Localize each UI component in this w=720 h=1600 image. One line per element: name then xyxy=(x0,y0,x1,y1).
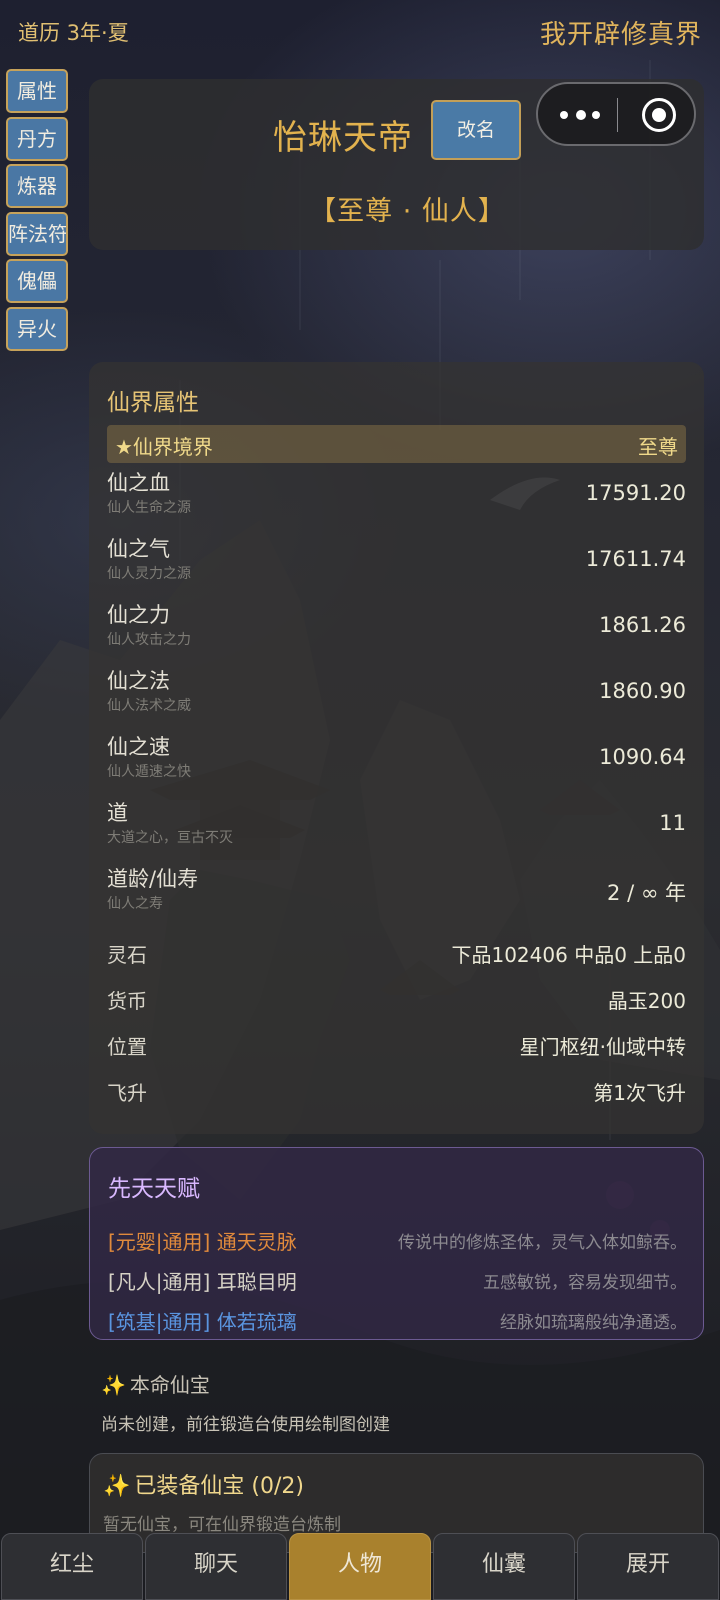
nav-recipes-button[interactable]: 丹方 xyxy=(6,116,68,161)
info-row: 灵石 下品102406 中品0 上品0 xyxy=(107,939,686,969)
talent-row: [凡人|通用] 耳聪目明 五感敏锐，容易发现细节。 xyxy=(108,1266,687,1296)
talent-row: [筑基|通用] 体若琉璃 经脉如琉璃般纯净通透。 xyxy=(108,1306,687,1336)
game-calendar: 道历 3年·夏 xyxy=(18,21,129,45)
rename-button[interactable]: 改名 xyxy=(431,100,521,160)
stat-row: 仙之力 仙人攻击之力 1861.26 xyxy=(107,599,686,659)
top-bar: 道历 3年·夏 我开辟修真界 xyxy=(0,0,720,64)
info-row: 位置 星门枢纽·仙域中转 xyxy=(107,1031,686,1061)
stat-label: 仙之速 xyxy=(107,735,170,759)
talent-name: [凡人|通用] 耳聪目明 xyxy=(108,1270,297,1294)
equipped-treasures-title: ✨ 已装备仙宝 (0/2) xyxy=(103,1474,304,1499)
talents-title: 先天天赋 xyxy=(108,1176,200,1202)
character-name: 怡琳天帝 xyxy=(273,118,413,158)
info-value: 第1次飞升 xyxy=(593,1081,686,1105)
sparkles-icon: ✨ xyxy=(101,1373,126,1397)
info-value: 星门枢纽·仙域中转 xyxy=(519,1035,686,1059)
info-value: 下品102406 中品0 上品0 xyxy=(451,943,686,967)
stat-desc: 仙人法术之威 xyxy=(107,698,191,714)
nav-forging-button[interactable]: 炼器 xyxy=(6,164,68,208)
info-label: 飞升 xyxy=(107,1081,147,1105)
info-row: 货币 晶玉200 xyxy=(107,985,686,1015)
talent-row: [元婴|通用] 通天灵脉 传说中的修炼圣体，灵气入体如鲸吞。 xyxy=(108,1226,687,1256)
side-nav: 属性 丹方 炼器 阵法符 傀儡 异火 xyxy=(6,69,68,354)
innate-talents-card: 先天天赋 [元婴|通用] 通天灵脉 传说中的修炼圣体，灵气入体如鲸吞。 [凡人|… xyxy=(89,1147,704,1340)
stat-value: 11 xyxy=(659,811,686,835)
stat-value: 2 / ∞ 年 xyxy=(607,881,686,905)
talent-name: [元婴|通用] 通天灵脉 xyxy=(108,1230,297,1254)
sparkles-icon: ✨ xyxy=(103,1474,131,1499)
talent-desc: 经脉如琉璃般纯净通透。 xyxy=(500,1313,687,1333)
info-value: 晶玉200 xyxy=(607,989,686,1013)
stat-row: 道龄/仙寿 仙人之寿 2 / ∞ 年 xyxy=(107,863,686,923)
stat-desc: 仙人攻击之力 xyxy=(107,632,191,648)
target-circle-icon[interactable] xyxy=(642,98,676,132)
stat-value: 1860.90 xyxy=(599,679,686,703)
character-rank: 【至尊 · 仙人】 xyxy=(309,196,506,227)
info-label: 货币 xyxy=(107,989,147,1013)
attributes-title: 仙界属性 xyxy=(107,390,199,416)
bottom-tab-bar: 红尘 聊天 人物 仙囊 展开 xyxy=(0,1533,720,1600)
nav-talismans-button[interactable]: 阵法符 xyxy=(6,211,68,256)
more-dots-icon[interactable] xyxy=(560,102,604,128)
stat-label: 仙之血 xyxy=(107,471,170,495)
stat-desc: 仙人之寿 xyxy=(107,896,163,912)
natal-treasure-section: ✨ 本命仙宝 尚未创建，前往锻造台使用绘制图创建 xyxy=(101,1369,701,1435)
stat-row: 道 大道之心，亘古不灭 11 xyxy=(107,797,686,857)
capsule-divider xyxy=(617,98,618,132)
stat-desc: 仙人生命之源 xyxy=(107,500,191,516)
stat-value: 17611.74 xyxy=(585,547,686,571)
tab-mortal-world[interactable]: 红尘 xyxy=(1,1533,143,1600)
natal-treasure-title: ✨ 本命仙宝 xyxy=(101,1373,210,1397)
stat-value: 1090.64 xyxy=(599,745,686,769)
realm-row: ★仙界境界 至尊 xyxy=(107,425,686,463)
tab-character[interactable]: 人物 xyxy=(289,1533,431,1600)
tab-chat[interactable]: 聊天 xyxy=(145,1533,287,1600)
stat-desc: 仙人遁速之快 xyxy=(107,764,191,780)
talent-desc: 五感敏锐，容易发现细节。 xyxy=(483,1273,687,1293)
stat-desc: 大道之心，亘古不灭 xyxy=(107,830,233,846)
stat-label: 道龄/仙寿 xyxy=(107,867,199,891)
stat-row: 仙之法 仙人法术之威 1860.90 xyxy=(107,665,686,725)
equipped-treasures-note: 暂无仙宝，可在仙界锻造台炼制 xyxy=(103,1515,341,1535)
nav-flames-button[interactable]: 异火 xyxy=(6,306,68,351)
tab-inventory[interactable]: 仙囊 xyxy=(433,1533,575,1600)
realm-value: 至尊 xyxy=(638,435,678,459)
stat-row: 仙之速 仙人遁速之快 1090.64 xyxy=(107,731,686,791)
info-label: 位置 xyxy=(107,1035,147,1059)
tab-expand[interactable]: 展开 xyxy=(577,1533,719,1600)
app-title: 我开辟修真界 xyxy=(539,20,702,50)
stat-value: 17591.20 xyxy=(585,481,686,505)
stat-value: 1861.26 xyxy=(599,613,686,637)
attributes-card: 仙界属性 ★仙界境界 至尊 仙之血 仙人生命之源 17591.20 仙之气 仙人… xyxy=(89,362,704,1134)
stat-row: 仙之血 仙人生命之源 17591.20 xyxy=(107,467,686,527)
talent-desc: 传说中的修炼圣体，灵气入体如鲸吞。 xyxy=(398,1233,687,1253)
talent-name: [筑基|通用] 体若琉璃 xyxy=(108,1310,297,1334)
stat-label: 道 xyxy=(107,801,128,825)
nav-puppets-button[interactable]: 傀儡 xyxy=(6,259,68,303)
info-label: 灵石 xyxy=(107,943,147,967)
natal-treasure-note: 尚未创建，前往锻造台使用绘制图创建 xyxy=(101,1415,390,1435)
stat-label: 仙之气 xyxy=(107,537,170,561)
miniprogram-capsule xyxy=(536,82,696,146)
stat-row: 仙之气 仙人灵力之源 17611.74 xyxy=(107,533,686,593)
info-row: 飞升 第1次飞升 xyxy=(107,1077,686,1107)
stat-desc: 仙人灵力之源 xyxy=(107,566,191,582)
stat-label: 仙之法 xyxy=(107,669,170,693)
realm-label: ★仙界境界 xyxy=(115,435,213,459)
stat-label: 仙之力 xyxy=(107,603,170,627)
nav-attributes-button[interactable]: 属性 xyxy=(6,69,68,113)
